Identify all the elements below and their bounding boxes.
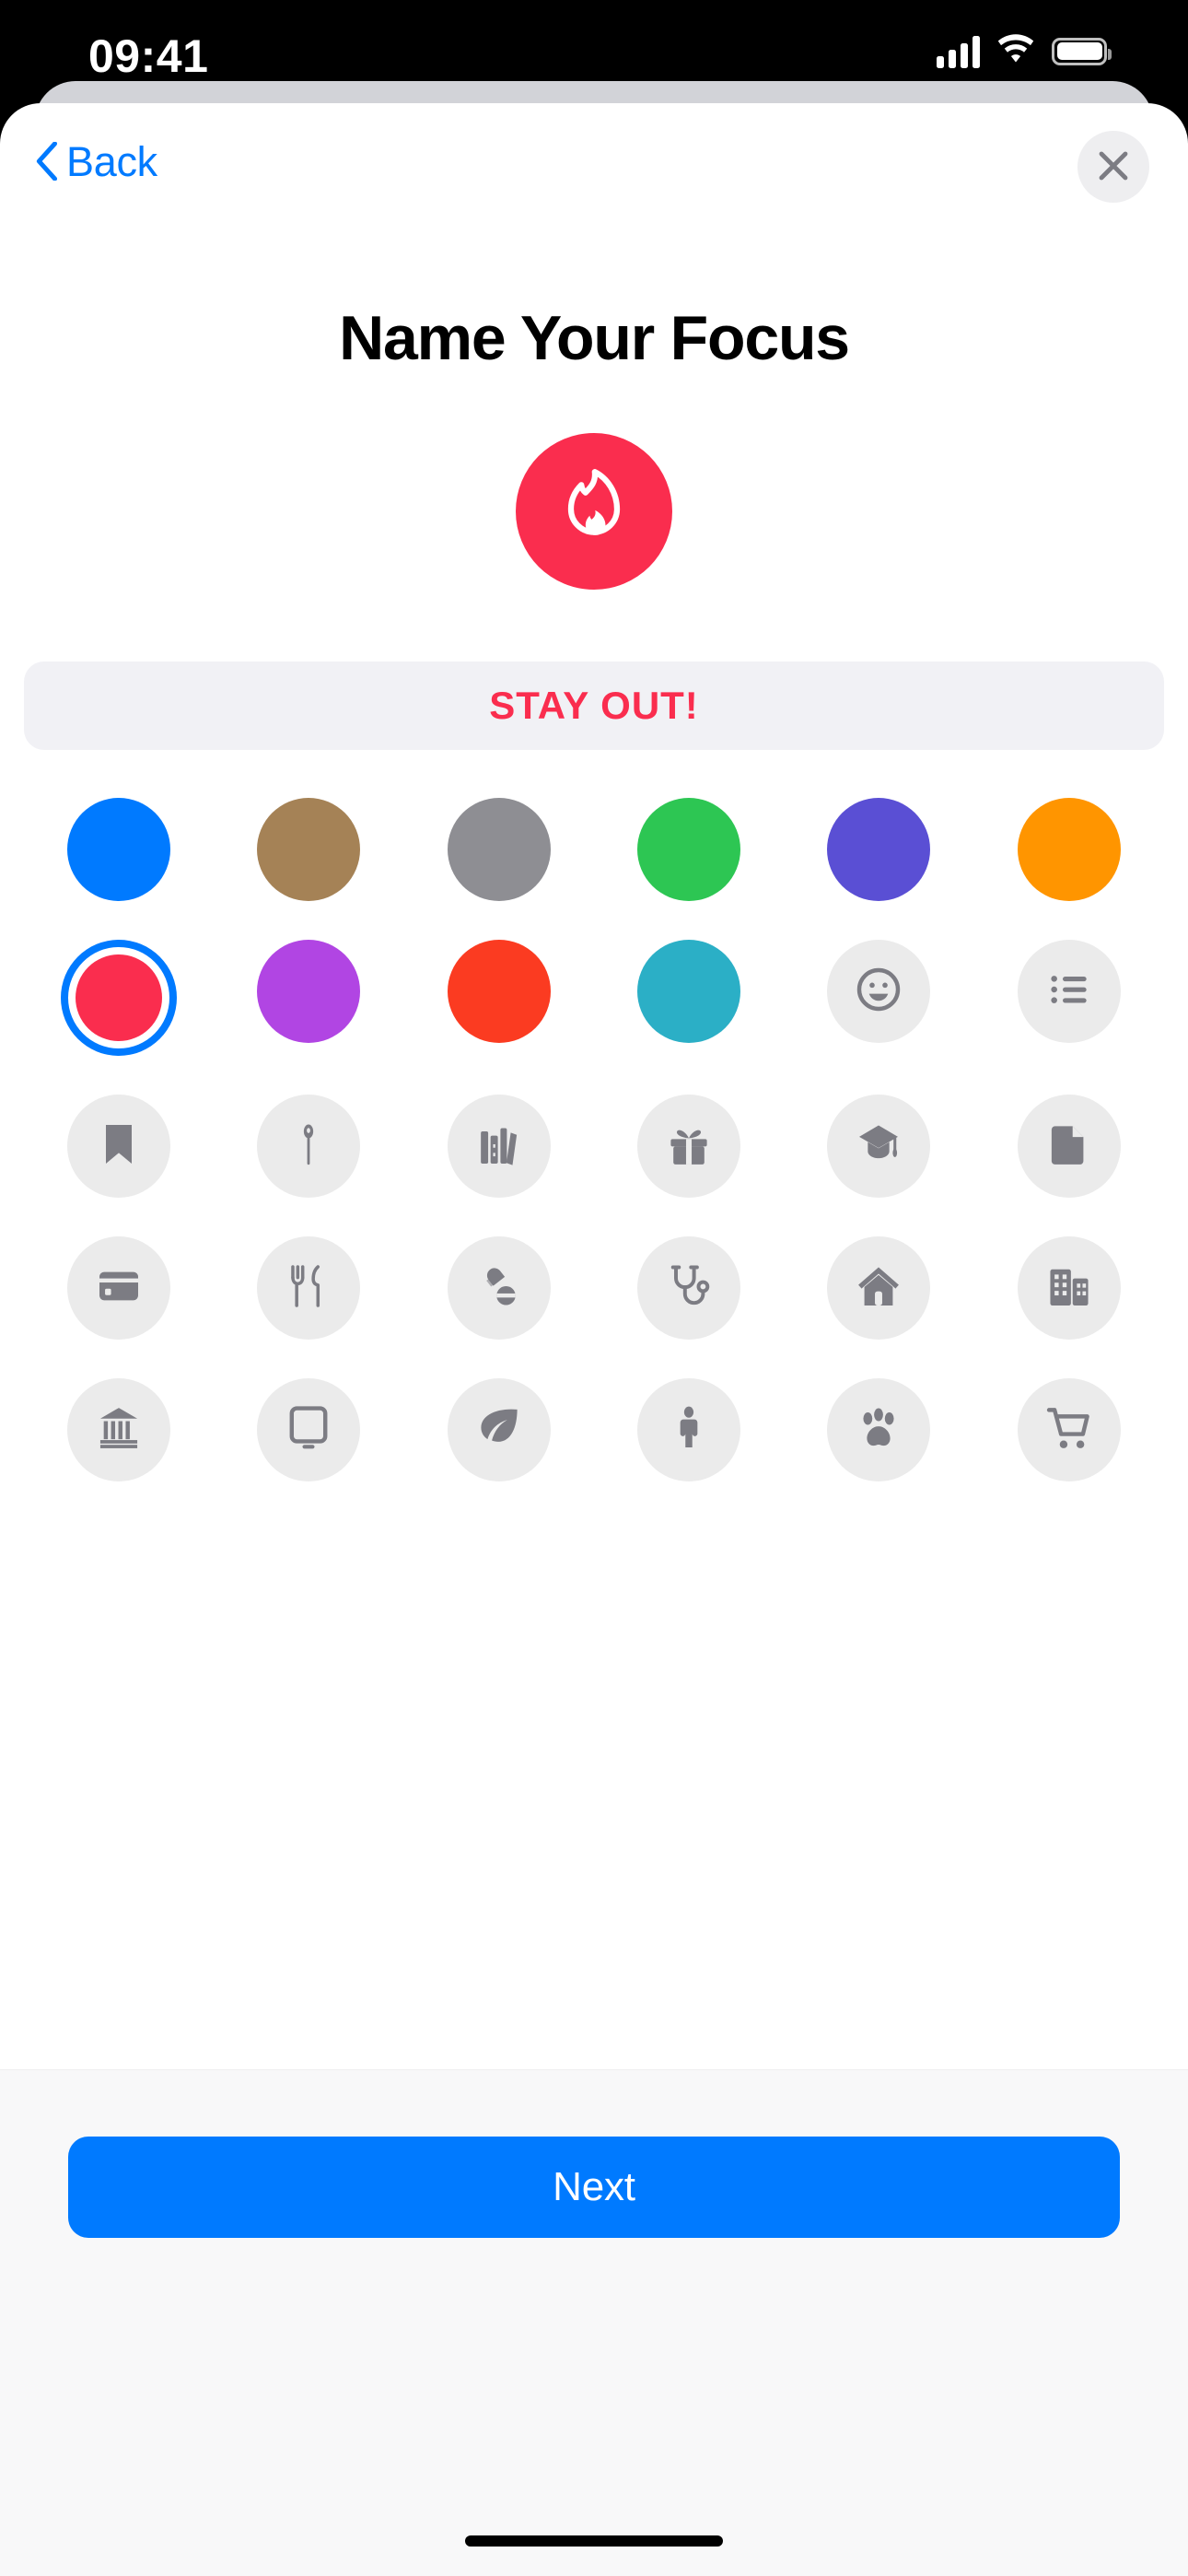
picker-cell-swatch-red[interactable] — [447, 940, 551, 1043]
back-button[interactable]: Back — [35, 138, 157, 186]
person-icon — [663, 1402, 715, 1458]
focus-badge-container — [0, 433, 1188, 590]
emoji-smiley-icon — [853, 964, 904, 1020]
paw-print-icon — [853, 1402, 904, 1458]
swatch-fill — [76, 954, 163, 1041]
picker-cell-swatch-green[interactable] — [637, 798, 741, 901]
list-bullet-icon — [1043, 964, 1095, 1020]
picker-cell-paw-print-icon[interactable] — [827, 1378, 931, 1481]
stethoscope-icon — [663, 1260, 715, 1317]
picker-cell-shopping-cart-icon[interactable] — [1017, 1378, 1121, 1481]
back-button-label: Back — [66, 138, 157, 185]
picker-cell-swatch-blue[interactable] — [67, 798, 171, 901]
picker-cell-fork-knife-icon[interactable] — [257, 1236, 361, 1340]
picker-cell-swatch-purple[interactable] — [257, 940, 361, 1043]
picker-cell-document-icon[interactable] — [1017, 1095, 1121, 1198]
picker-cell-pin-needle-icon[interactable] — [257, 1095, 361, 1198]
pills-icon — [473, 1260, 525, 1317]
picker-cell-emoji-smiley-icon[interactable] — [827, 940, 931, 1043]
books-icon — [473, 1118, 525, 1175]
display-monitor-icon — [283, 1402, 334, 1458]
picker-cell-leaf-icon[interactable] — [447, 1378, 551, 1481]
leaf-icon — [473, 1402, 525, 1458]
credit-card-icon — [93, 1260, 145, 1317]
picker-cell-person-icon[interactable] — [637, 1378, 741, 1481]
focus-badge — [516, 433, 672, 590]
wifi-icon — [996, 33, 1035, 69]
picker-cell-gift-icon[interactable] — [637, 1095, 741, 1198]
bank-icon — [93, 1402, 145, 1458]
document-icon — [1043, 1118, 1095, 1175]
picker-cell-credit-card-icon[interactable] — [67, 1236, 171, 1340]
graduation-cap-icon — [853, 1118, 904, 1175]
focus-name-input[interactable] — [24, 684, 1164, 728]
buildings-icon — [1043, 1260, 1095, 1317]
close-button[interactable] — [1077, 131, 1149, 203]
pin-needle-icon — [283, 1118, 334, 1175]
picker-cell-swatch-gray[interactable] — [447, 798, 551, 901]
picker-cell-house-icon[interactable] — [827, 1236, 931, 1340]
picker-cell-swatch-indigo[interactable] — [827, 798, 931, 901]
picker-cell-swatch-pink[interactable] — [61, 940, 177, 1056]
picker-cell-books-icon[interactable] — [447, 1095, 551, 1198]
status-bar-time: 09:41 — [88, 30, 209, 82]
next-button[interactable]: Next — [68, 2137, 1120, 2238]
picker-cell-stethoscope-icon[interactable] — [637, 1236, 741, 1340]
bookmark-icon — [93, 1118, 145, 1175]
picker-cell-bank-icon[interactable] — [67, 1378, 171, 1481]
status-bar-indicators — [937, 33, 1112, 69]
picker-cell-display-monitor-icon[interactable] — [257, 1378, 361, 1481]
picker-cell-swatch-teal[interactable] — [637, 940, 741, 1043]
modal-sheet: Back Name Your Focus Next — [0, 103, 1188, 2576]
chevron-left-icon — [35, 140, 58, 183]
close-icon — [1095, 147, 1132, 187]
house-icon — [853, 1260, 904, 1317]
picker-cell-list-bullet-icon[interactable] — [1017, 940, 1121, 1043]
navigation-bar: Back — [0, 103, 1188, 221]
picker-cell-pills-icon[interactable] — [447, 1236, 551, 1340]
cellular-bars-icon — [937, 35, 980, 68]
shopping-cart-icon — [1043, 1402, 1095, 1458]
color-icon-picker-grid — [24, 798, 1164, 1481]
footer-bar: Next — [0, 2069, 1188, 2576]
picker-cell-bookmark-icon[interactable] — [67, 1095, 171, 1198]
flame-icon — [548, 463, 640, 560]
page-title: Name Your Focus — [339, 303, 850, 373]
battery-icon — [1052, 37, 1112, 65]
focus-name-field[interactable] — [24, 662, 1164, 750]
picker-cell-buildings-icon[interactable] — [1017, 1236, 1121, 1340]
picker-cell-swatch-brown[interactable] — [257, 798, 361, 901]
home-indicator — [465, 2535, 723, 2547]
picker-cell-swatch-orange[interactable] — [1017, 798, 1121, 901]
picker-cell-graduation-cap-icon[interactable] — [827, 1095, 931, 1198]
fork-knife-icon — [283, 1260, 334, 1317]
gift-icon — [663, 1118, 715, 1175]
